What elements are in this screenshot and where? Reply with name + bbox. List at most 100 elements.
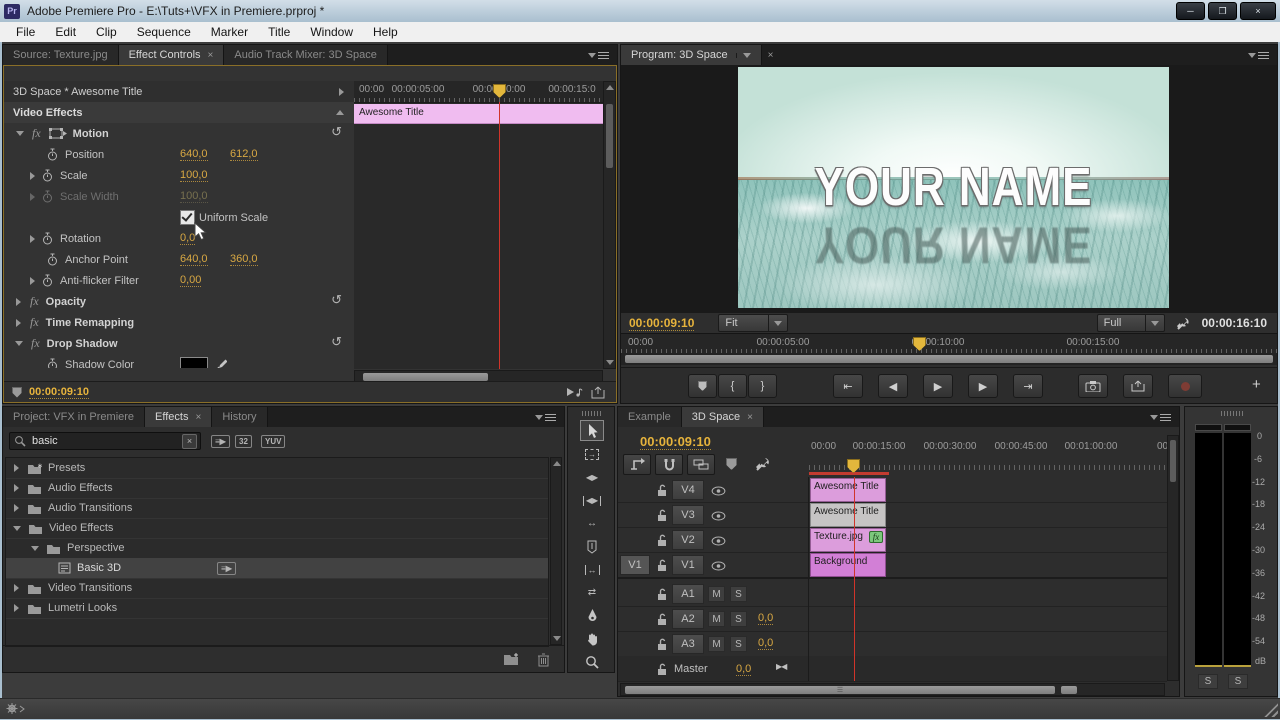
uniform-scale-checkbox[interactable] xyxy=(180,210,195,225)
add-marker-button[interactable] xyxy=(688,374,717,398)
go-to-in-button[interactable]: ⇤ xyxy=(833,374,863,398)
track-v4-eye-icon[interactable] xyxy=(711,486,726,496)
scroll-up-icon[interactable] xyxy=(606,85,614,90)
new-bin-icon[interactable] xyxy=(503,652,521,666)
settings-wrench-icon[interactable] xyxy=(1175,316,1190,331)
clear-search-icon[interactable]: × xyxy=(182,433,197,449)
tab-close-icon[interactable]: × xyxy=(195,412,201,423)
maximize-button[interactable]: ❐ xyxy=(1208,2,1237,20)
mark-out-button[interactable]: } xyxy=(748,374,777,398)
tab-close-icon[interactable]: × xyxy=(762,45,780,65)
tab-close-icon[interactable]: × xyxy=(747,412,753,423)
track-master-name[interactable]: Master xyxy=(674,663,708,675)
scroll-thumb-handle[interactable] xyxy=(1061,686,1077,694)
fit-dropdown[interactable]: Fit xyxy=(718,314,789,332)
zoom-bar-thumb[interactable] xyxy=(625,355,1273,363)
selection-tool[interactable] xyxy=(580,420,604,441)
panel-menu-icon[interactable] xyxy=(1240,45,1277,65)
export-frame-button[interactable] xyxy=(1078,374,1108,398)
solo-left-button[interactable]: S xyxy=(1198,674,1218,689)
effects-search-box[interactable]: × xyxy=(9,432,201,450)
titlebar[interactable]: Pr Adobe Premiere Pro - E:\Tuts+\VFX in … xyxy=(0,0,1280,22)
disclosure-icon[interactable] xyxy=(16,318,21,327)
lock-open-icon[interactable] xyxy=(657,638,667,651)
minimize-button[interactable]: ─ xyxy=(1176,2,1205,20)
tab-history[interactable]: History xyxy=(212,407,268,427)
panel-grip[interactable] xyxy=(582,411,602,416)
scroll-thumb[interactable] xyxy=(606,104,613,168)
export-icon[interactable] xyxy=(591,386,606,399)
reset-effect-icon[interactable]: ↺ xyxy=(331,292,342,308)
track-a3-volume[interactable]: 0,0 xyxy=(758,637,774,650)
ec-playhead-marker[interactable] xyxy=(493,84,506,98)
stopwatch-icon[interactable] xyxy=(42,274,53,287)
track-a2-solo[interactable]: S xyxy=(730,611,747,627)
disclosure-icon[interactable] xyxy=(16,131,24,136)
tab-sequence-3d-space[interactable]: 3D Space × xyxy=(681,407,764,427)
clip-background-v1[interactable]: Background xyxy=(810,553,886,577)
scroll-down-icon[interactable] xyxy=(553,636,561,641)
ec-effect-opacity[interactable]: fx Opacity ↺ xyxy=(4,291,354,313)
project-vertical-scrollbar[interactable] xyxy=(550,457,562,645)
comparison-view-button[interactable] xyxy=(1123,374,1153,398)
tree-item-audio-transitions[interactable]: Audio Transitions xyxy=(6,498,548,519)
timeline-timecode[interactable]: 00:00:09:10 xyxy=(640,434,711,450)
play-audio-icon[interactable] xyxy=(566,386,583,398)
panel-menu-icon[interactable] xyxy=(527,407,564,427)
ec-vertical-scrollbar[interactable] xyxy=(603,81,616,369)
track-select-tool[interactable]: → xyxy=(580,444,604,465)
menu-clip[interactable]: Clip xyxy=(86,25,127,39)
menu-marker[interactable]: Marker xyxy=(201,25,258,39)
ec-effect-motion[interactable]: fx Motion ↺ xyxy=(4,123,354,145)
scroll-thumb[interactable] xyxy=(363,373,488,381)
status-gear-icon[interactable] xyxy=(5,702,25,715)
search-input[interactable] xyxy=(30,434,182,448)
lock-open-icon[interactable] xyxy=(657,484,667,497)
playback-resolution-dropdown[interactable]: Full xyxy=(1096,314,1165,332)
razor-tool[interactable] xyxy=(580,536,604,557)
record-button[interactable] xyxy=(1168,374,1202,398)
disclosure-icon[interactable] xyxy=(15,341,23,346)
pen-tool[interactable] xyxy=(580,605,604,626)
accelerated-effects-icon[interactable]: ≡▶ xyxy=(211,435,230,448)
stopwatch-icon[interactable] xyxy=(42,169,53,182)
track-v3-eye-icon[interactable] xyxy=(711,511,726,521)
master-bowtie-icon[interactable]: ▶◀ xyxy=(776,662,787,671)
ec-ruler[interactable]: 00:00 00:00:05:00 00:00:10:00 00:00:15:0 xyxy=(354,81,603,103)
menu-edit[interactable]: Edit xyxy=(45,25,86,39)
panel-menu-icon[interactable] xyxy=(1142,407,1179,427)
track-a3-mute[interactable]: M xyxy=(708,636,725,652)
track-v2-name[interactable]: V2 xyxy=(672,530,704,550)
anchor-y-value[interactable]: 360,0 xyxy=(230,253,258,266)
program-ruler[interactable]: 00:00 00:00:05:00 00:00:10:00 00:00:15:0… xyxy=(621,333,1277,354)
tab-project[interactable]: Project: VFX in Premiere xyxy=(3,407,146,427)
zoom-tool[interactable] xyxy=(580,651,604,672)
tab-effects[interactable]: Effects × xyxy=(145,407,213,427)
track-a3-solo[interactable]: S xyxy=(730,636,747,652)
scroll-up-icon[interactable] xyxy=(553,461,561,466)
scroll-thumb[interactable] xyxy=(1170,440,1176,482)
lock-open-icon[interactable] xyxy=(657,509,667,522)
position-y-value[interactable]: 612,0 xyxy=(230,148,258,161)
track-v3-name[interactable]: V3 xyxy=(672,505,704,525)
stopwatch-icon[interactable] xyxy=(42,232,53,245)
reset-effect-icon[interactable]: ↺ xyxy=(331,334,342,350)
lock-open-icon[interactable] xyxy=(657,534,667,547)
timeline-horizontal-scrollbar[interactable]: ☰ xyxy=(620,683,1165,696)
resize-grip[interactable] xyxy=(1264,703,1278,717)
track-a1-solo[interactable]: S xyxy=(730,586,747,602)
lock-open-icon[interactable] xyxy=(657,559,667,572)
disclosure-icon[interactable] xyxy=(30,234,35,243)
anchor-x-value[interactable]: 640,0 xyxy=(180,253,208,266)
stopwatch-icon[interactable] xyxy=(47,253,58,266)
nest-toggle-icon[interactable] xyxy=(623,454,651,475)
collapse-icon[interactable] xyxy=(336,110,344,115)
lock-open-icon[interactable] xyxy=(657,613,667,626)
ec-timecode[interactable]: 00:00:09:10 xyxy=(29,386,89,399)
track-master-volume[interactable]: 0,0 xyxy=(736,663,752,676)
tab-effect-controls[interactable]: Effect Controls × xyxy=(118,45,225,65)
menu-title[interactable]: Title xyxy=(258,25,300,39)
tree-item-video-effects[interactable]: Video Effects xyxy=(6,518,548,539)
timeline-vertical-scrollbar[interactable] xyxy=(1167,435,1179,681)
scroll-thumb[interactable]: ☰ xyxy=(625,686,1055,694)
